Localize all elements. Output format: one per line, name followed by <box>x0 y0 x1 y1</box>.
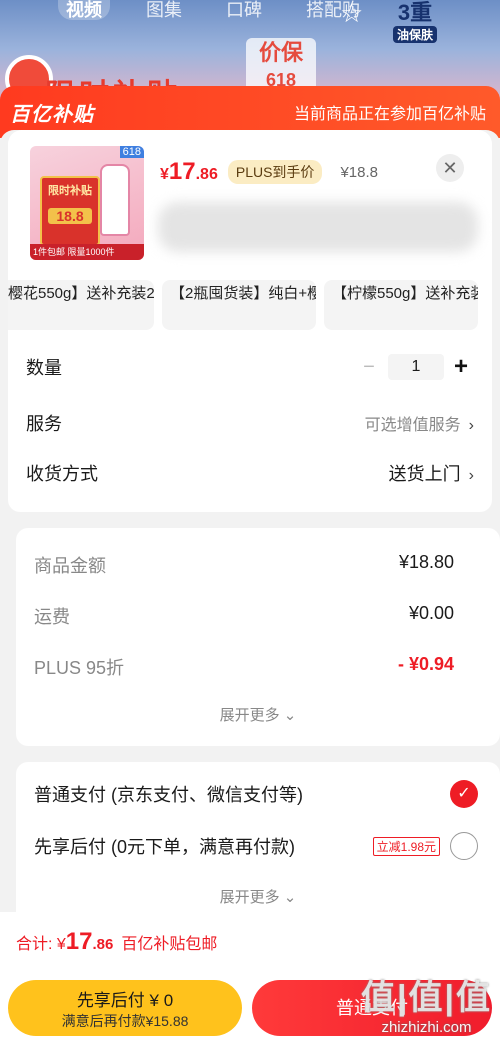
shipping-row: 运费 ¥0.00 <box>16 603 500 629</box>
product-bottle-image <box>100 164 130 236</box>
pay-later-subtitle: 满意后再付款¥15.88 <box>61 1013 189 1029</box>
star-icon: ☆ <box>340 0 364 28</box>
plus-discount-label: PLUS 95折 <box>34 658 125 678</box>
delivery-value: 送货上门 <box>388 464 461 484</box>
price-currency: ¥ <box>160 166 169 183</box>
shield-title: 3重 <box>397 0 433 25</box>
pay-option-normal-label: 普通支付 (京东支付、微信支付等) <box>34 785 303 805</box>
total-note: 百亿补贴包邮 <box>121 936 218 953</box>
quantity-stepper: − 1 + <box>354 353 474 381</box>
total-decimal: .86 <box>92 936 114 953</box>
shipping-value: ¥0.00 <box>408 603 454 623</box>
delivery-value-group: 送货上门 › <box>389 460 474 486</box>
total-prefix: 合计: ¥ <box>16 936 66 953</box>
spec-options: 樱花550g】送补充装200g*2 【2瓶囤货装】纯白+樱花 【柠檬550g】送… <box>8 280 492 332</box>
thumb-promo-box: 限时补贴 18.8 <box>40 176 100 246</box>
delivery-label: 收货方式 <box>26 464 98 484</box>
spec-option-2[interactable]: 【2瓶囤货装】纯白+樱花 <box>162 280 316 330</box>
subtotal-label: 商品金额 <box>34 556 106 576</box>
discount-tag: 立减1.98元 <box>372 836 440 856</box>
payment-expand-link[interactable]: 展开更多 ⌄ <box>16 886 500 907</box>
minus-icon[interactable]: − <box>354 356 384 379</box>
product-card: 618 限时补贴 18.8 1件包邮 限量1000件 ¥17.86 PLUS到手… <box>8 130 492 512</box>
pay-later-title: 先享后付 ¥ 0 <box>76 991 174 1010</box>
sheet-content: 618 限时补贴 18.8 1件包邮 限量1000件 ¥17.86 PLUS到手… <box>0 130 500 962</box>
close-icon[interactable]: ✕ <box>436 154 464 182</box>
current-price: ¥17.86 <box>160 158 218 186</box>
total-line: 合计: ¥17.86 百亿补贴包邮 <box>16 928 217 956</box>
plus-discount-value: - ¥0.94 <box>397 654 454 674</box>
product-thumbnail[interactable]: 618 限时补贴 18.8 1件包邮 限量1000件 <box>30 146 144 260</box>
price-summary-card: 商品金额 ¥18.80 运费 ¥0.00 PLUS 95折 - ¥0.94 展开… <box>16 528 500 746</box>
delivery-row[interactable]: 收货方式 送货上门 › <box>8 448 492 498</box>
tab-video[interactable]: 视频 <box>58 0 110 20</box>
pay-later-button[interactable]: 先享后付 ¥ 0 满意后再付款¥15.88 <box>8 980 242 1036</box>
site-watermark: 值|值|值 zhizhizhi.com <box>361 970 492 1036</box>
unchecked-icon[interactable] <box>450 832 478 860</box>
subtotal-row: 商品金额 ¥18.80 <box>16 552 500 578</box>
thumb-band: 1件包邮 限量1000件 <box>30 244 144 260</box>
thumb-event-tag: 618 <box>119 146 144 158</box>
service-value-group: 可选增值服务 › <box>365 411 474 435</box>
price-guard-title: 价保 <box>258 40 303 65</box>
pay-option-later[interactable]: 先享后付 (0元下单，满意再付款) 立减1.98元 <box>16 832 500 860</box>
media-tabs: 视频 图集 口碑 搭配购 <box>58 0 368 20</box>
blurred-product-title <box>158 202 478 252</box>
service-label: 服务 <box>26 414 62 434</box>
quantity-label: 数量 <box>26 358 62 378</box>
tab-gallery[interactable]: 图集 <box>138 0 190 20</box>
spec-option-3[interactable]: 【柠檬550g】送补充装200g*2 <box>324 280 478 330</box>
watermark-url: zhizhizhi.com <box>381 1019 472 1036</box>
shield-subtitle: 油保肤 <box>392 26 437 43</box>
shield-badge: 3重 油保肤 <box>365 0 465 60</box>
price-line: ¥17.86 PLUS到手价 ¥18.8 <box>160 158 378 186</box>
pay-option-later-label: 先享后付 (0元下单，满意再付款) <box>34 837 295 857</box>
price-integer: 17 <box>168 158 196 185</box>
plus-price-tag: PLUS到手价 <box>227 160 323 184</box>
subsidy-note: 当前商品正在参加百亿补贴 <box>293 106 486 123</box>
pay-option-normal[interactable]: 普通支付 (京东支付、微信支付等) ✓ <box>16 780 500 808</box>
chevron-right-icon: › <box>468 467 474 484</box>
quantity-row: 数量 − 1 + <box>8 342 492 392</box>
subtotal-value: ¥18.80 <box>398 552 454 572</box>
price-decimal: .86 <box>195 166 218 183</box>
chevron-right-icon: › <box>468 417 474 434</box>
original-price: ¥18.8 <box>340 163 378 181</box>
purchase-sheet: 百亿补贴 当前商品正在参加百亿补贴 618 限时补贴 18.8 1件包邮 限量1… <box>0 86 500 1042</box>
watermark-logo: 值|值|值 <box>360 979 492 1017</box>
shipping-label: 运费 <box>34 607 70 627</box>
subsidy-logo: 百亿补贴 <box>10 103 94 126</box>
service-value: 可选增值服务 <box>364 417 461 434</box>
product-head: 618 限时补贴 18.8 1件包邮 限量1000件 ¥17.86 PLUS到手… <box>8 130 492 280</box>
summary-expand-link[interactable]: 展开更多 ⌄ <box>16 704 500 725</box>
checkout-footer: 合计: ¥17.86 百亿补贴包邮 先享后付 ¥ 0 满意后再付款¥15.88 普… <box>0 912 500 1042</box>
thumb-promo-title: 限时补贴 <box>48 185 92 197</box>
checked-icon[interactable]: ✓ <box>450 780 478 808</box>
plus-icon[interactable]: + <box>448 353 474 381</box>
total-integer: 17 <box>65 928 93 955</box>
spec-option-1[interactable]: 樱花550g】送补充装200g*2 <box>8 280 154 330</box>
quantity-input[interactable]: 1 <box>388 354 444 380</box>
plus-discount-row: PLUS 95折 - ¥0.94 <box>16 654 500 680</box>
tab-reviews[interactable]: 口碑 <box>218 0 270 20</box>
service-row[interactable]: 服务 可选增值服务 › <box>8 398 492 448</box>
thumb-promo-price: 18.8 <box>48 208 92 224</box>
